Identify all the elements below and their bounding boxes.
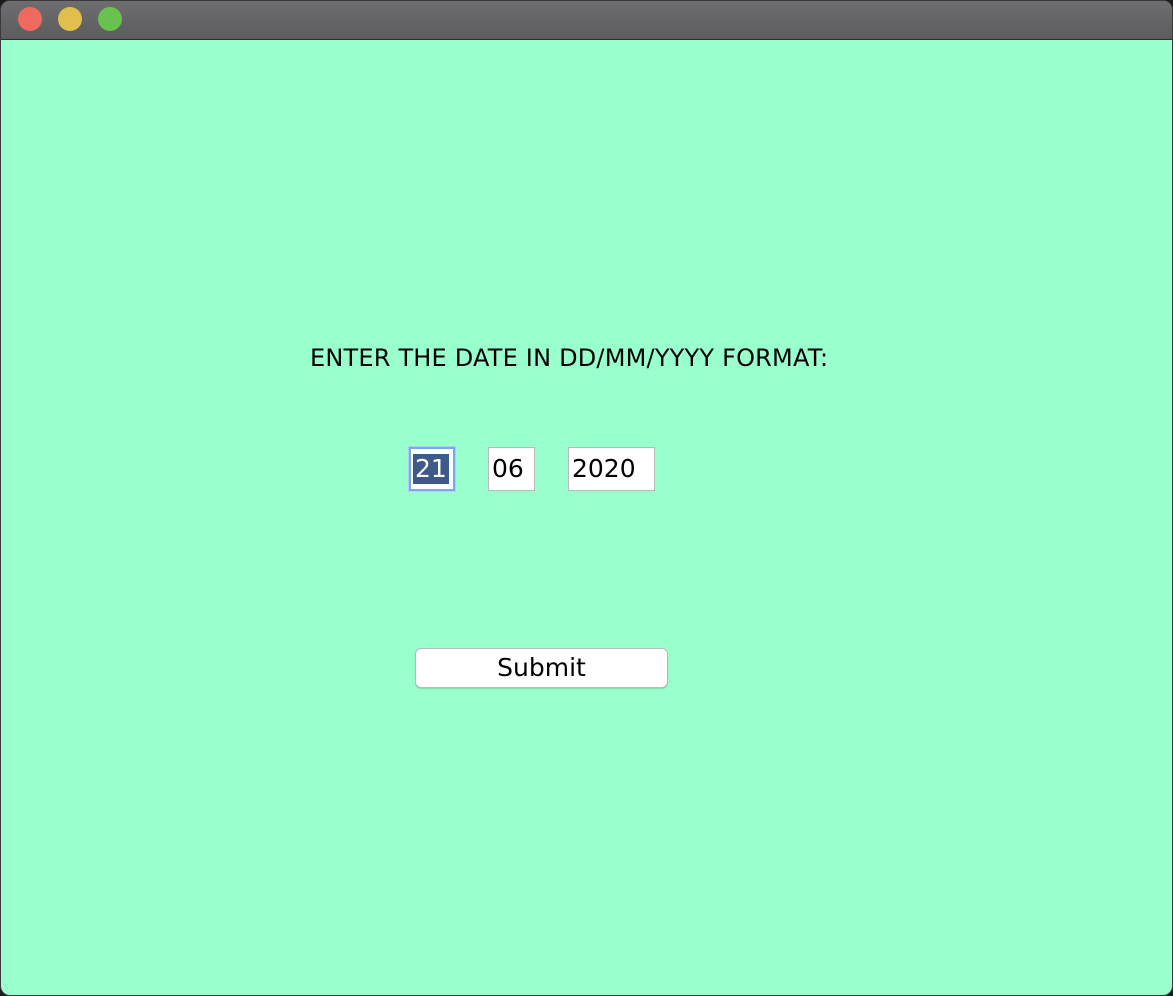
close-window-button[interactable] xyxy=(18,7,42,31)
date-prompt-label: ENTER THE DATE IN DD/MM/YYYY FORMAT: xyxy=(310,344,829,372)
form-panel: ENTER THE DATE IN DD/MM/YYYY FORMAT: 21 … xyxy=(1,40,1172,995)
day-input[interactable]: 21 xyxy=(409,447,455,491)
day-input-value: 21 xyxy=(413,454,449,484)
year-input-value: 2020 xyxy=(572,454,636,483)
month-input-value: 06 xyxy=(492,454,524,483)
minimize-window-button[interactable] xyxy=(58,7,82,31)
app-window: ENTER THE DATE IN DD/MM/YYYY FORMAT: 21 … xyxy=(0,0,1173,996)
title-bar[interactable] xyxy=(1,1,1172,40)
month-input[interactable]: 06 xyxy=(488,447,535,491)
submit-button[interactable]: Submit xyxy=(415,648,668,688)
maximize-window-button[interactable] xyxy=(98,7,122,31)
year-input[interactable]: 2020 xyxy=(568,447,655,491)
